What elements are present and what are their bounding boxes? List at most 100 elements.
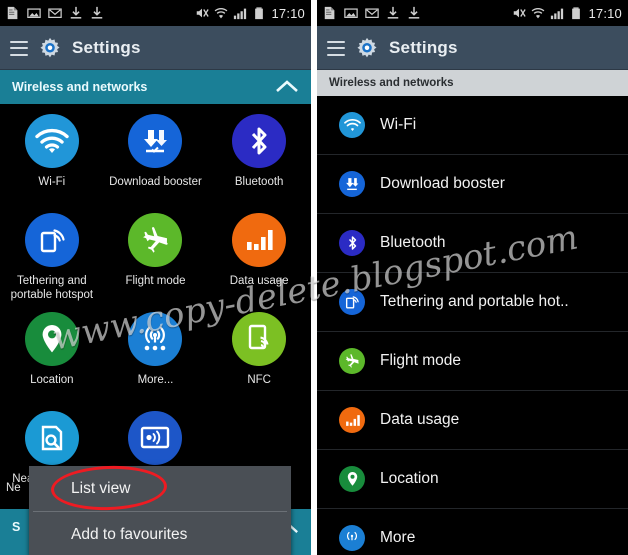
- hamburger-icon[interactable]: [327, 40, 345, 56]
- gmail-icon: [48, 8, 62, 18]
- gear-icon: [40, 37, 60, 58]
- section-header-wireless-left[interactable]: Wireless and networks: [0, 70, 311, 104]
- download-icon: [387, 6, 399, 19]
- list-item-location[interactable]: Location: [317, 450, 628, 509]
- section-header-label: Wireless and networks: [12, 80, 148, 94]
- grid-item-label: Bluetooth: [234, 176, 284, 188]
- download-icon: [408, 6, 420, 19]
- gear-icon: [357, 37, 377, 58]
- broadcast-icon: [128, 312, 183, 366]
- section-header-next-label: S: [12, 520, 21, 534]
- document-error-icon: x: [7, 6, 18, 20]
- status-bar-clock: 17:10: [271, 5, 305, 21]
- bluetooth-icon: [232, 114, 287, 168]
- settings-grid: Wi-Fi Download booster Bluetooth Tetheri…: [0, 104, 311, 508]
- grid-item-nfc[interactable]: NFC: [207, 312, 311, 409]
- list-item-tethering[interactable]: Tethering and portable hot..: [317, 273, 628, 332]
- bluetooth-icon: [339, 230, 365, 256]
- grid-item-label: Tethering and portable hotspot: [10, 275, 94, 301]
- grid-item-label: Wi-Fi: [38, 176, 66, 188]
- hotspot-icon: [339, 289, 365, 315]
- title-bar: Settings: [0, 26, 311, 70]
- grid-item-bluetooth[interactable]: Bluetooth: [207, 114, 311, 211]
- signal-bars-icon: [551, 8, 564, 20]
- svg-text:x: x: [14, 14, 17, 20]
- list-item-label: Bluetooth: [380, 234, 446, 251]
- hamburger-icon[interactable]: [10, 40, 28, 56]
- grid-item-flight-mode[interactable]: Flight mode: [104, 213, 208, 310]
- grid-item-label: Location: [30, 374, 74, 386]
- list-item-download-booster[interactable]: Download booster: [317, 155, 628, 214]
- menu-item-list-view[interactable]: List view: [29, 466, 291, 511]
- image-icon: [27, 8, 41, 18]
- title-bar: Settings: [317, 26, 628, 70]
- grid-item-label-partial: Ne: [6, 482, 21, 494]
- download-booster-icon: [128, 114, 183, 168]
- data-usage-icon: [232, 213, 287, 267]
- left-phone-screen: x 17:10 Settings Wireless and networks W…: [0, 0, 311, 555]
- image-icon: [344, 8, 358, 18]
- grid-item-more[interactable]: More...: [104, 312, 208, 409]
- list-item-label: Data usage: [380, 411, 460, 428]
- list-item-flight-mode[interactable]: Flight mode: [317, 332, 628, 391]
- location-pin-icon: [24, 312, 79, 366]
- wifi-icon: [532, 8, 545, 19]
- list-item-more[interactable]: More: [317, 509, 628, 555]
- nfc-icon: [232, 312, 287, 366]
- download-booster-icon: [339, 171, 365, 197]
- status-bar: x 17:10: [317, 0, 628, 26]
- panel-divider: [311, 0, 317, 555]
- grid-item-label: Data usage: [229, 275, 289, 287]
- list-item-label: Location: [380, 470, 439, 487]
- grid-item-label: Download booster: [109, 176, 202, 188]
- screen-mirroring-icon: [128, 411, 183, 465]
- section-header-label: Wireless and networks: [329, 77, 454, 89]
- page-title: Settings: [389, 38, 458, 57]
- location-pin-icon: [339, 466, 365, 492]
- grid-item-download-booster[interactable]: Download booster: [104, 114, 208, 211]
- gmail-icon: [365, 8, 379, 18]
- battery-icon: [255, 7, 264, 20]
- hotspot-icon: [24, 213, 79, 267]
- airplane-icon: [128, 213, 183, 267]
- menu-item-add-to-favourites[interactable]: Add to favourites: [29, 512, 291, 555]
- settings-list: Wi-Fi Download booster Bluetooth Tetheri…: [317, 96, 628, 555]
- screenshot-stage: x 17:10 Settings Wireless and networks W…: [0, 0, 628, 555]
- wifi-icon: [339, 112, 365, 138]
- grid-item-data-usage[interactable]: Data usage: [207, 213, 311, 310]
- mute-vibrate-icon: [514, 8, 527, 18]
- broadcast-icon: [339, 525, 365, 551]
- status-bar-right-icons: 17:10: [195, 0, 305, 26]
- list-item-label: Tethering and portable hot..: [380, 293, 569, 310]
- list-item-data-usage[interactable]: Data usage: [317, 391, 628, 450]
- chevron-up-icon[interactable]: [275, 79, 299, 94]
- list-item-label: Flight mode: [380, 352, 461, 369]
- context-menu: List view Add to favourites: [29, 466, 291, 555]
- data-usage-icon: [339, 407, 365, 433]
- right-phone-screen: x 17:10 Settings Wireless and networks W…: [317, 0, 628, 555]
- grid-item-label: More...: [137, 374, 174, 386]
- grid-item-label: NFC: [247, 374, 271, 386]
- status-bar-right-icons: 17:10: [512, 0, 622, 26]
- grid-item-wifi[interactable]: Wi-Fi: [0, 114, 104, 211]
- airplane-icon: [339, 348, 365, 374]
- list-item-bluetooth[interactable]: Bluetooth: [317, 214, 628, 273]
- mute-vibrate-icon: [197, 8, 210, 18]
- page-title: Settings: [72, 38, 141, 57]
- download-icon: [91, 6, 103, 19]
- download-icon: [70, 6, 82, 19]
- list-item-label: Download booster: [380, 175, 505, 192]
- status-bar-left-icons: x: [323, 6, 421, 20]
- grid-item-tethering[interactable]: Tethering and portable hotspot: [0, 213, 104, 310]
- document-error-icon: x: [324, 6, 335, 20]
- wifi-icon: [24, 114, 79, 168]
- status-bar-clock: 17:10: [588, 5, 622, 21]
- signal-bars-icon: [234, 8, 247, 20]
- grid-item-location[interactable]: Location: [0, 312, 104, 409]
- svg-text:x: x: [331, 14, 334, 20]
- nearby-devices-icon: [24, 411, 79, 465]
- list-item-wifi[interactable]: Wi-Fi: [317, 96, 628, 155]
- grid-item-label: Flight mode: [125, 275, 186, 287]
- status-bar-left-icons: x: [6, 6, 104, 20]
- section-header-wireless-right[interactable]: Wireless and networks: [317, 70, 628, 96]
